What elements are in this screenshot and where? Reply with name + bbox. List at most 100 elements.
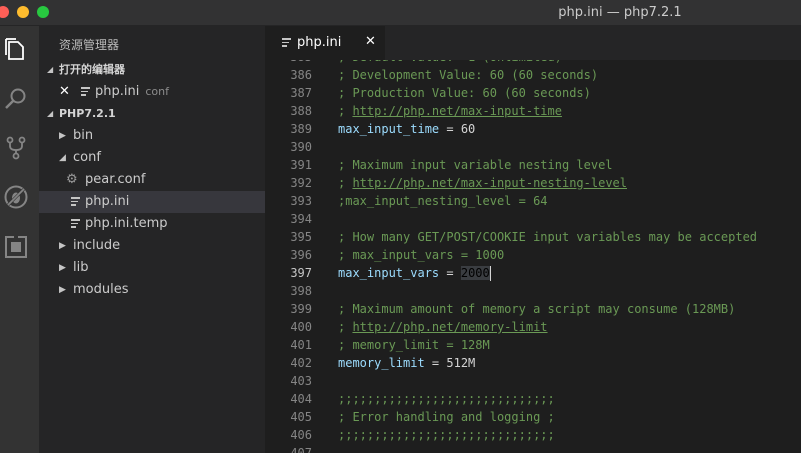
line-number: 407 [290, 446, 312, 453]
code-token: ; Maximum amount of memory a script may … [338, 302, 736, 316]
code-line[interactable]: 394 [265, 210, 801, 228]
chevron-right-icon: ▶ [59, 263, 66, 273]
code-token: ;;;;;;;;;;;;;;;;;;;;;;;;;;;;;; [338, 428, 555, 442]
code-token: ; Production Value: 60 (60 seconds) [338, 86, 591, 100]
line-number: 391 [290, 158, 312, 172]
code-link[interactable]: http://php.net/memory-limit [352, 320, 547, 334]
line-content: ;;;;;;;;;;;;;;;;;;;;;;;;;;;;;; [338, 426, 555, 444]
line-number: 396 [290, 248, 312, 262]
code-token: ; Default Value: -1 (Unlimited) [338, 60, 562, 64]
close-editor-icon[interactable]: ✕ [59, 81, 70, 103]
close-tab-icon[interactable]: ✕ [365, 34, 376, 49]
code-token: = 60 [439, 122, 476, 136]
close-window-button[interactable] [0, 6, 9, 18]
tree-item-php-ini[interactable]: php.ini [39, 191, 265, 213]
section-title: PHP7.2.1 [59, 107, 116, 120]
tree-item-lib[interactable]: ▶ lib [39, 257, 265, 279]
project-section[interactable]: ◢ PHP7.2.1 [39, 103, 265, 125]
code-token: = [439, 266, 461, 280]
code-line[interactable]: 403 [265, 372, 801, 390]
tree-item-label: pear.conf [85, 172, 146, 187]
line-content: ; Maximum amount of memory a script may … [338, 300, 735, 318]
code-token: 2000 [460, 266, 490, 280]
tree-item-label: bin [73, 128, 94, 143]
explorer-icon[interactable] [3, 37, 29, 63]
code-token: ; max_input_vars = 1000 [338, 248, 505, 262]
line-number: 390 [290, 140, 312, 154]
tree-item-label: include [73, 238, 121, 253]
code-token: = 512M [424, 356, 476, 370]
code-line[interactable]: 391 ; Maximum input variable nesting leve… [265, 156, 801, 174]
line-content: ; memory_limit = 128M [338, 336, 490, 354]
file-name: php.ini [95, 84, 140, 99]
code-line[interactable]: 395 ; How many GET/POST/COOKIE input vari… [265, 228, 801, 246]
code-line[interactable]: 397 max_input_vars = 2000 [265, 264, 801, 282]
code-token: ;;;;;;;;;;;;;;;;;;;;;;;;;;;;;; [338, 392, 555, 406]
line-number: 395 [290, 230, 312, 244]
code-editor[interactable]: 385; Default Value: -1 (Unlimited)386; D… [265, 60, 801, 453]
tree-item-include[interactable]: ▶ include [39, 235, 265, 257]
line-number: 401 [290, 338, 312, 352]
code-token: ;max_input_nesting_level = 64 [338, 194, 548, 208]
code-token: memory_limit [338, 356, 425, 370]
tree-item-php-ini-temp[interactable]: php.ini.temp [39, 213, 265, 235]
tree-item-bin[interactable]: ▶ bin [39, 125, 265, 147]
minimize-window-button[interactable] [17, 6, 29, 18]
tree-item-label: php.ini.temp [85, 216, 168, 231]
tree-item-conf[interactable]: ◢ conf [39, 147, 265, 169]
tree-item-label: php.ini [85, 194, 130, 209]
code-line[interactable]: 405 ; Error handling and logging ; [265, 408, 801, 426]
title-bar: php.ini — php7.2.1 [0, 0, 801, 26]
open-editors-section[interactable]: ◢ 打开的编辑器 [39, 59, 265, 81]
code-link[interactable]: http://php.net/max-input-nesting-level [352, 176, 627, 190]
code-line[interactable]: 386 ; Development Value: 60 (60 seconds) [265, 66, 801, 84]
tree-item-label: modules [73, 282, 129, 297]
line-number: 397 [290, 266, 312, 280]
debug-icon[interactable] [3, 184, 29, 210]
code-token: ; [338, 104, 353, 118]
line-content: memory_limit = 512M [338, 354, 475, 372]
code-line[interactable]: 404;;;;;;;;;;;;;;;;;;;;;;;;;;;;;; [265, 390, 801, 408]
code-line[interactable]: 400; http://php.net/memory-limit [265, 318, 801, 336]
code-line[interactable]: 398 [265, 282, 801, 300]
code-token: max_input_time [338, 122, 440, 136]
code-line[interactable]: 390 [265, 138, 801, 156]
line-number: 400 [290, 320, 312, 334]
open-editor-item[interactable]: ✕ php.ini conf [39, 81, 265, 103]
code-link[interactable]: http://php.net/max-input-time [352, 104, 562, 118]
code-token: ; [338, 176, 353, 190]
search-icon[interactable] [3, 86, 29, 112]
line-content: ; Production Value: 60 (60 seconds) [338, 84, 591, 102]
code-token: max_input_vars [338, 266, 440, 280]
line-content: ; Development Value: 60 (60 seconds) [338, 66, 598, 84]
code-token: ; Development Value: 60 (60 seconds) [338, 68, 599, 82]
chevron-down-icon: ◢ [59, 153, 66, 163]
extensions-icon[interactable] [3, 234, 29, 260]
maximize-window-button[interactable] [37, 6, 49, 18]
code-line[interactable]: 407 [265, 444, 801, 453]
code-line[interactable]: 406;;;;;;;;;;;;;;;;;;;;;;;;;;;;;; [265, 426, 801, 444]
line-number: 404 [290, 392, 312, 406]
line-number: 388 [290, 104, 312, 118]
code-line[interactable]: 392; http://php.net/max-input-nesting-le… [265, 174, 801, 192]
code-line[interactable]: 388; http://php.net/max-input-time [265, 102, 801, 120]
source-control-icon[interactable] [3, 135, 29, 161]
tree-item-modules[interactable]: ▶ modules [39, 279, 265, 301]
text-cursor [489, 266, 491, 281]
line-content: ; Maximum input variable nesting level [338, 156, 613, 174]
tab-php-ini[interactable]: php.ini ✕ [265, 26, 385, 60]
code-line[interactable]: 393 ;max_input_nesting_level = 64 [265, 192, 801, 210]
code-line[interactable]: 402 memory_limit = 512M [265, 354, 801, 372]
code-line[interactable]: 387 ; Production Value: 60 (60 seconds) [265, 84, 801, 102]
file-icon [71, 197, 80, 207]
code-token: ; [338, 320, 353, 334]
chevron-right-icon: ▶ [59, 241, 66, 251]
code-line[interactable]: 396 ; max_input_vars = 1000 [265, 246, 801, 264]
sidebar-header: 资源管理器 [59, 38, 120, 52]
code-line[interactable]: 401 ; memory_limit = 128M [265, 336, 801, 354]
line-content: max_input_vars = 2000 [338, 264, 491, 282]
code-line[interactable]: 389 max_input_time = 60 [265, 120, 801, 138]
line-number: 386 [290, 68, 312, 82]
code-line[interactable]: 399 ; Maximum amount of memory a script m… [265, 300, 801, 318]
tree-item-pear-conf[interactable]: ⚙ pear.conf [39, 169, 265, 191]
